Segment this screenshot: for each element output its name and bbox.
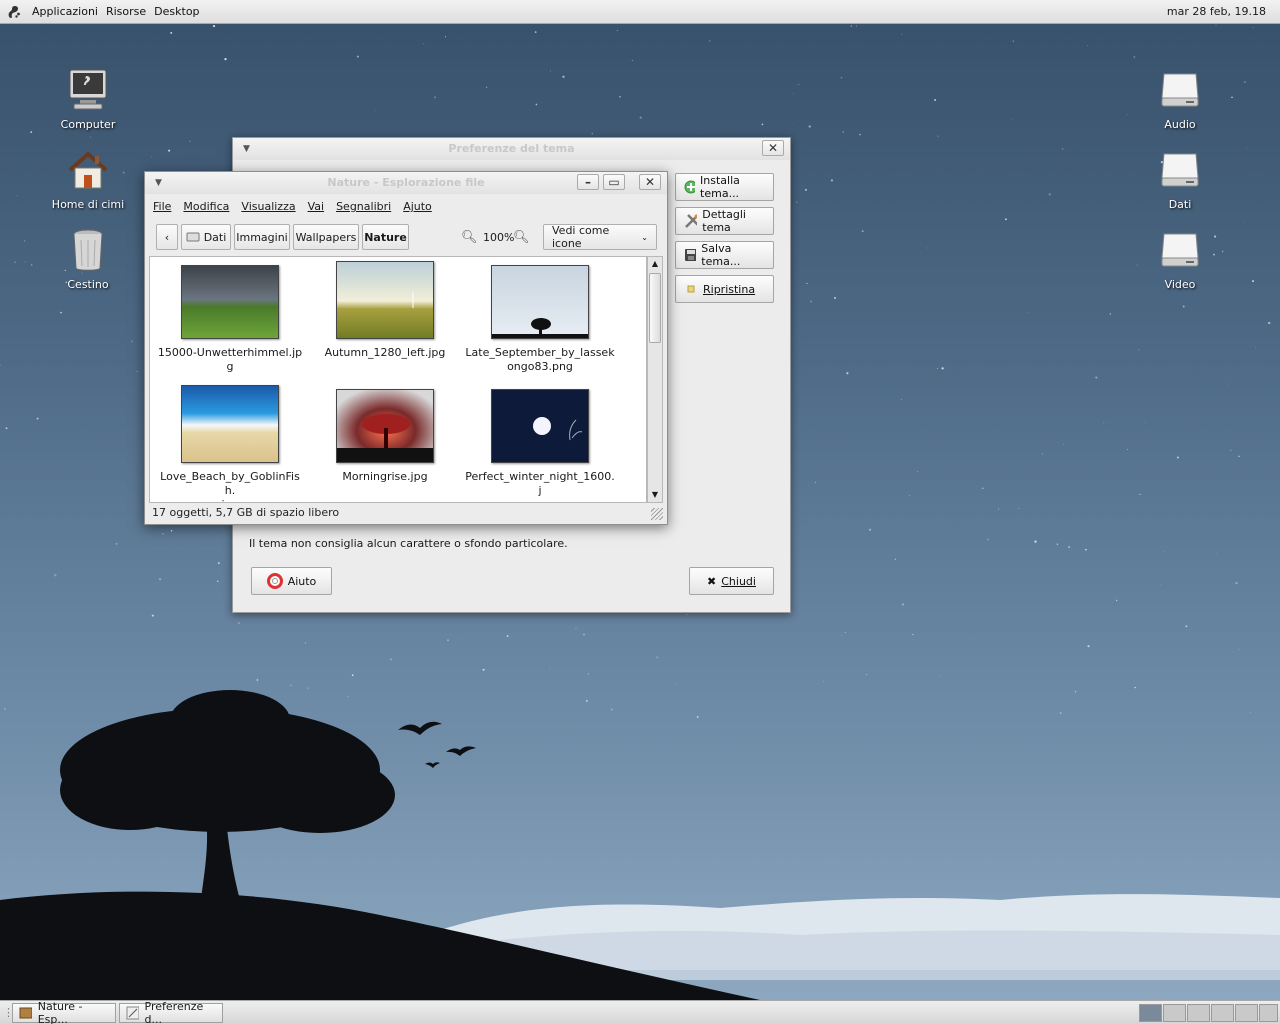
icon-view[interactable]: 15000-Unwetterhimmel.jpg Autumn_1280_lef…: [149, 256, 647, 503]
drive-icon: [1161, 153, 1199, 187]
minimize-icon[interactable]: –: [577, 174, 599, 190]
desktop-icon-trash[interactable]: Cestino: [38, 226, 138, 291]
file-item[interactable]: Late_September_by_lassek ongo83.png: [465, 265, 615, 374]
trash-icon: [73, 229, 103, 271]
task-nature[interactable]: Nature - Esp...: [12, 1000, 116, 1024]
workspace-5[interactable]: [1235, 1004, 1258, 1022]
computer-icon: [69, 69, 107, 110]
desktop-icon-label: Home di cimi: [51, 198, 125, 211]
close-icon[interactable]: ✕: [762, 140, 784, 156]
drive-icon: [1161, 73, 1199, 107]
desktop-icon-computer[interactable]: Computer: [38, 66, 138, 131]
scroll-down-icon[interactable]: ▼: [648, 488, 662, 502]
scroll-up-icon[interactable]: ▲: [648, 257, 662, 271]
theme-notice: Il tema non consiglia alcun carattere o …: [249, 537, 568, 550]
file-item[interactable]: Autumn_1280_left.jpg: [310, 261, 460, 360]
clock[interactable]: mar 28 feb, 19.18: [1167, 5, 1266, 18]
zoom-level[interactable]: 100%: [483, 231, 514, 244]
file-item[interactable]: Love_Beach_by_GoblinFish. jpg: [155, 385, 305, 502]
menu-file[interactable]: File: [153, 200, 171, 213]
thumbnail: [491, 389, 590, 464]
add-icon: [684, 180, 696, 194]
file-item[interactable]: 15000-Unwetterhimmel.jpg: [155, 265, 305, 374]
menu-risorse[interactable]: Risorse: [102, 5, 150, 18]
path-back-button[interactable]: ‹: [156, 224, 178, 250]
menu-segnalibri[interactable]: Segnalibri: [336, 200, 391, 213]
desktop-icon-home[interactable]: Home di cimi: [38, 146, 138, 211]
theme-details-button[interactable]: Dettagli tema: [675, 207, 774, 235]
vertical-scrollbar[interactable]: ▲ ▼: [647, 256, 663, 503]
theme-window-title: Preferenze del tema: [448, 142, 575, 155]
fm-window-titlebar[interactable]: ▼ Nature - Esplorazione file – ▭ ✕: [145, 172, 667, 194]
top-panel: Applicazioni Risorse Desktop mar 28 feb,…: [0, 0, 1280, 24]
zoom-in-icon[interactable]: 🔍︎: [513, 230, 530, 245]
restore-theme-button[interactable]: Ripristina: [675, 275, 774, 303]
path-immagini-button[interactable]: Immagini: [234, 224, 290, 250]
workspace-3[interactable]: [1187, 1004, 1210, 1022]
path-dati-button[interactable]: Dati: [181, 224, 231, 250]
revert-icon: [687, 285, 695, 293]
drive-icon: [1161, 233, 1199, 267]
desktop-icon-video[interactable]: Video: [1130, 226, 1230, 291]
resize-grip[interactable]: [651, 508, 663, 520]
gnome-foot-icon[interactable]: [6, 4, 22, 20]
workspace-2[interactable]: [1163, 1004, 1186, 1022]
bottom-panel: ⋮ Nature - Esp... Preferenze d...: [0, 1000, 1280, 1024]
file-item[interactable]: Morningrise.jpg: [310, 389, 460, 484]
desktop-icon-dati[interactable]: Dati: [1130, 146, 1230, 211]
file-manager-window: ▼ Nature - Esplorazione file – ▭ ✕ File …: [144, 171, 668, 525]
fm-window-title: Nature - Esplorazione file: [327, 176, 485, 189]
path-wallpapers-button[interactable]: Wallpapers: [293, 224, 359, 250]
save-theme-button[interactable]: Salva tema...: [675, 241, 774, 269]
desktop-icon-audio[interactable]: Audio: [1130, 66, 1230, 131]
path-nature-button[interactable]: Nature: [362, 224, 409, 250]
thumbnail: [336, 261, 435, 340]
menu-modifica[interactable]: Modifica: [183, 200, 229, 213]
thumbnail: [491, 265, 590, 340]
help-button[interactable]: Aiuto: [251, 567, 332, 595]
desktop-icon-label: Dati: [1168, 198, 1192, 211]
status-bar: 17 oggetti, 5,7 GB di spazio libero: [152, 506, 340, 519]
home-icon: [68, 151, 108, 189]
scrollbar-thumb[interactable]: [649, 273, 661, 343]
menu-desktop[interactable]: Desktop: [150, 5, 203, 18]
fm-menubar: File Modifica Visualizza Vai Segnalibri …: [153, 200, 432, 213]
zoom-out-icon[interactable]: 🔍︎: [461, 230, 478, 245]
workspace-4[interactable]: [1211, 1004, 1234, 1022]
theme-window-titlebar[interactable]: ▼ Preferenze del tema ✕: [233, 138, 790, 160]
desktop-landscape: [0, 690, 1280, 1000]
menu-visualizza[interactable]: Visualizza: [241, 200, 295, 213]
install-theme-button[interactable]: Installa tema...: [675, 173, 774, 201]
desktop-icon-label: Audio: [1164, 118, 1196, 131]
drive-icon: [186, 232, 200, 242]
desktop-icon-label: Cestino: [67, 278, 109, 291]
close-icon[interactable]: ✕: [639, 174, 661, 190]
window-menu-icon[interactable]: ▼: [155, 172, 162, 194]
workspace-6[interactable]: [1259, 1004, 1278, 1022]
menu-vai[interactable]: Vai: [308, 200, 324, 213]
folder-icon: [19, 1007, 32, 1019]
close-button[interactable]: ✖ Chiudi: [689, 567, 774, 595]
view-mode-select[interactable]: Vedi come icone ⌄: [543, 224, 657, 250]
floppy-icon: [685, 249, 697, 261]
desktop-icon-label: Computer: [60, 118, 116, 131]
close-icon: ✖: [707, 574, 717, 588]
workspace-1[interactable]: [1139, 1004, 1162, 1022]
task-preferenze[interactable]: Preferenze d...: [119, 1000, 223, 1024]
file-item[interactable]: Perfect_winter_night_1600.j pg: [465, 389, 615, 502]
chevron-down-icon: ⌄: [641, 232, 648, 242]
thumbnail: [336, 389, 435, 464]
theme-icon: [126, 1006, 139, 1020]
menu-aiuto[interactable]: Ajuto: [403, 200, 432, 213]
menu-applicazioni[interactable]: Applicazioni: [28, 5, 102, 18]
tools-icon: [685, 214, 698, 228]
window-menu-icon[interactable]: ▼: [243, 138, 250, 160]
lifebuoy-icon: [266, 573, 283, 589]
thumbnail: [181, 265, 280, 340]
desktop-icon-label: Video: [1164, 278, 1196, 291]
maximize-icon[interactable]: ▭: [603, 174, 625, 190]
thumbnail: [181, 385, 280, 464]
chevron-left-icon: ‹: [164, 230, 170, 244]
